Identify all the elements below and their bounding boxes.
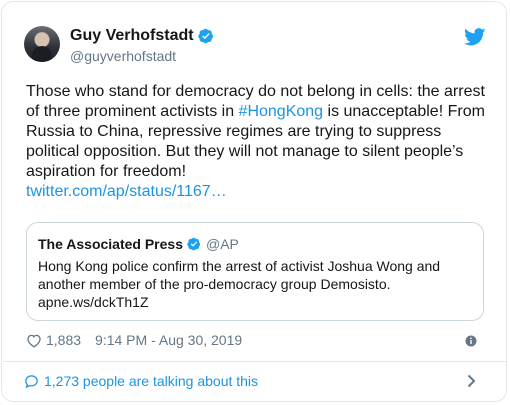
verified-badge-icon (187, 237, 201, 251)
author-name-row: Guy Verhofstadt (70, 27, 214, 45)
quoted-tweet-body: Hong Kong police confirm the arrest of a… (38, 257, 468, 311)
author-handle[interactable]: @guyverhofstadt (70, 48, 176, 64)
tweet-link[interactable]: twitter.com/ap/status/1167… (26, 183, 227, 200)
info-icon[interactable] (465, 335, 477, 347)
like-count[interactable]: 1,883 (46, 332, 81, 348)
chevron-right-icon[interactable] (467, 374, 476, 388)
tweet-timestamp[interactable]: 9:14 PM - Aug 30, 2019 (95, 332, 242, 348)
tweet-embed-card: Guy Verhofstadt @guyverhofstadt Those wh… (1, 1, 507, 402)
tweet-body: Those who stand for democracy do not bel… (26, 82, 488, 202)
twitter-bird-icon[interactable] (464, 28, 486, 46)
comment-icon (25, 374, 38, 388)
footer-divider (3, 361, 507, 362)
author-avatar[interactable] (24, 26, 60, 62)
author-display-name[interactable]: Guy Verhofstadt (70, 27, 194, 45)
quoted-author-name: The Associated Press (38, 236, 183, 252)
quoted-tweet-card[interactable]: The Associated Press @AP Hong Kong polic… (26, 222, 484, 321)
talking-about-text: 1,273 people are talking about this (44, 373, 259, 389)
heart-icon[interactable] (26, 333, 42, 348)
quoted-author-handle: @AP (206, 236, 239, 252)
quoted-tweet-text: Hong Kong police confirm the arrest of a… (38, 258, 441, 292)
conversation-link[interactable]: 1,273 people are talking about this (24, 373, 258, 389)
hashtag-link[interactable]: #HongKong (239, 103, 324, 120)
tweet-meta-row: 1,883 9:14 PM - Aug 30, 2019 (26, 332, 242, 348)
verified-badge-icon (197, 28, 213, 44)
quoted-tweet-link: apne.ws/dckTh1Z (38, 294, 149, 310)
quoted-tweet-header: The Associated Press @AP (38, 236, 239, 252)
